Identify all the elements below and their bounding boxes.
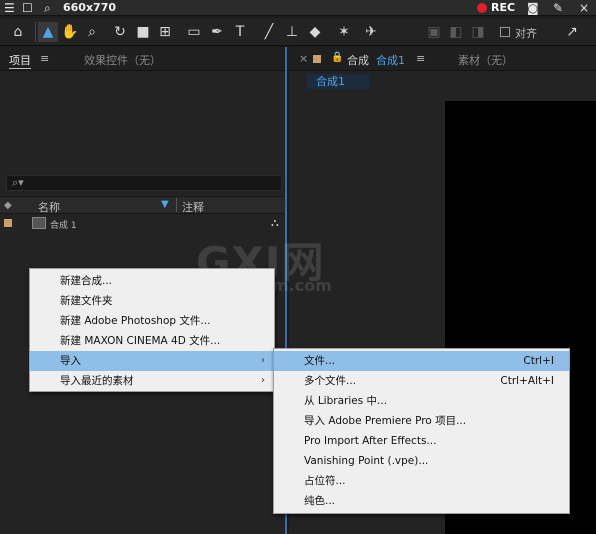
camera-tool-icon[interactable]: ■ xyxy=(133,22,153,42)
toolbar-divider xyxy=(35,22,36,42)
window-icon[interactable]: ☐ xyxy=(22,1,33,15)
search-dropdown-icon[interactable]: ⌕▾ xyxy=(12,176,24,190)
type-tool-icon[interactable]: T xyxy=(230,22,250,42)
local-axis-icon[interactable]: ▣ xyxy=(424,22,444,42)
view-axis-icon[interactable]: ◨ xyxy=(468,22,488,42)
world-axis-icon[interactable]: ◧ xyxy=(446,22,466,42)
menu-item-import-multiple-files[interactable]: 多个文件... Ctrl+Alt+I xyxy=(274,371,569,391)
pen-icon[interactable]: ✎ xyxy=(553,1,563,15)
menu-item-import-file[interactable]: 文件... Ctrl+I xyxy=(274,351,569,371)
column-divider[interactable] xyxy=(176,198,177,212)
context-menu: 新建合成... 新建文件夹 新建 Adobe Photoshop 文件... 新… xyxy=(29,268,275,392)
composition-navigator-tab[interactable]: 合成1 xyxy=(307,74,369,89)
menu-item-import-premiere-project[interactable]: 导入 Adobe Premiere Pro 项目... xyxy=(274,411,569,431)
recorder-bar: ☰ ☐ ⌕ 660x770 REC ◙ ✎ × xyxy=(0,0,596,16)
project-panel-tabs: 项目 ≡ 效果控件（无） xyxy=(0,47,286,71)
lock-icon[interactable]: 🔒 xyxy=(331,52,343,63)
search-icon[interactable]: ⌕ xyxy=(44,1,51,15)
shortcut-label: Ctrl+I xyxy=(523,355,554,367)
rotate-tool-icon[interactable]: ↻ xyxy=(110,22,130,42)
hand-tool-icon[interactable]: ✋ xyxy=(60,22,80,42)
puppet-pin-tool-icon[interactable]: ✈ xyxy=(361,22,381,42)
menu-icon[interactable]: ☰ xyxy=(4,1,15,15)
zoom-tool-icon[interactable]: ⌕ xyxy=(82,22,102,42)
composition-icon xyxy=(32,217,46,229)
eraser-tool-icon[interactable]: ◆ xyxy=(305,22,325,42)
expand-icon[interactable]: ↗ xyxy=(562,22,582,42)
menu-item-new-photoshop-file[interactable]: 新建 Adobe Photoshop 文件... xyxy=(30,311,274,331)
item-name: 合成 1 xyxy=(50,221,77,231)
camera-icon[interactable]: ◙ xyxy=(527,1,539,15)
tab-project[interactable]: 项目 xyxy=(9,52,31,69)
roto-brush-tool-icon[interactable]: ✶ xyxy=(334,22,354,42)
menu-item-pro-import[interactable]: Pro Import After Effects... xyxy=(274,431,569,451)
column-name[interactable]: 名称 xyxy=(38,199,60,215)
selection-tool-icon[interactable]: ▲ xyxy=(38,22,58,42)
rectangle-tool-icon[interactable]: ▭ xyxy=(184,22,204,42)
close-icon[interactable]: × xyxy=(579,1,589,15)
submenu-arrow-icon: › xyxy=(261,375,265,386)
panel-menu-icon[interactable]: ≡ xyxy=(40,52,49,65)
record-dot-icon[interactable] xyxy=(477,3,487,13)
tab-effect-controls[interactable]: 效果控件（无） xyxy=(84,52,161,68)
label-color-swatch[interactable] xyxy=(313,55,321,63)
menu-item-import-recent[interactable]: 导入最近的素材 › xyxy=(30,371,274,391)
brush-tool-icon[interactable]: ╱ xyxy=(259,22,279,42)
menu-item-new-composition[interactable]: 新建合成... xyxy=(30,271,274,291)
tools-toolbar: ⌂ ▲ ✋ ⌕ ↻ ■ ⊞ ▭ ✒ T ╱ ⊥ ◆ ✶ ✈ ▣ ◧ ◨ 对齐 ↗ xyxy=(0,18,596,46)
tab-composition[interactable]: 合成1 xyxy=(376,52,405,68)
sort-descending-icon[interactable]: ▼ xyxy=(161,199,169,210)
submenu-arrow-icon: › xyxy=(261,355,265,366)
import-submenu: 文件... Ctrl+I 多个文件... Ctrl+Alt+I 从 Librar… xyxy=(273,348,570,514)
pan-behind-tool-icon[interactable]: ⊞ xyxy=(155,22,175,42)
menu-item-solid[interactable]: 纯色... xyxy=(274,491,569,511)
menu-item-from-libraries[interactable]: 从 Libraries 中... xyxy=(274,391,569,411)
label-color-swatch[interactable] xyxy=(4,219,12,227)
composition-panel-tabs: × 🔒 合成 合成1 ≡ 素材（无） xyxy=(289,47,596,71)
rec-button[interactable]: REC xyxy=(491,1,515,14)
home-icon[interactable]: ⌂ xyxy=(8,22,28,42)
align-checkbox[interactable] xyxy=(500,27,510,37)
menu-item-vanishing-point[interactable]: Vanishing Point (.vpe)... xyxy=(274,451,569,471)
menu-item-new-folder[interactable]: 新建文件夹 xyxy=(30,291,274,311)
panel-menu-icon[interactable]: ≡ xyxy=(416,52,425,65)
pen-tool-icon[interactable]: ✒ xyxy=(207,22,227,42)
menu-item-import[interactable]: 导入 › xyxy=(30,351,274,371)
tab-composition-prefix[interactable]: 合成 xyxy=(347,52,369,68)
menu-item-new-cinema4d-file[interactable]: 新建 MAXON CINEMA 4D 文件... xyxy=(30,331,274,351)
tab-footage[interactable]: 素材（无） xyxy=(458,52,513,68)
project-search-input[interactable]: ⌕▾ xyxy=(6,175,282,191)
project-column-header: ◆ 名称 ▼ 注释 xyxy=(0,196,286,214)
shortcut-label: Ctrl+Alt+I xyxy=(500,375,554,387)
label-column-icon[interactable]: ◆ xyxy=(4,200,12,211)
column-comment[interactable]: 注释 xyxy=(182,199,204,215)
align-label: 对齐 xyxy=(515,27,537,40)
close-tab-icon[interactable]: × xyxy=(299,52,308,65)
flowchart-icon[interactable]: ⛬ xyxy=(271,216,279,230)
menu-item-placeholder[interactable]: 占位符... xyxy=(274,471,569,491)
recording-size: 660x770 xyxy=(63,1,117,14)
clone-stamp-tool-icon[interactable]: ⊥ xyxy=(282,22,302,42)
